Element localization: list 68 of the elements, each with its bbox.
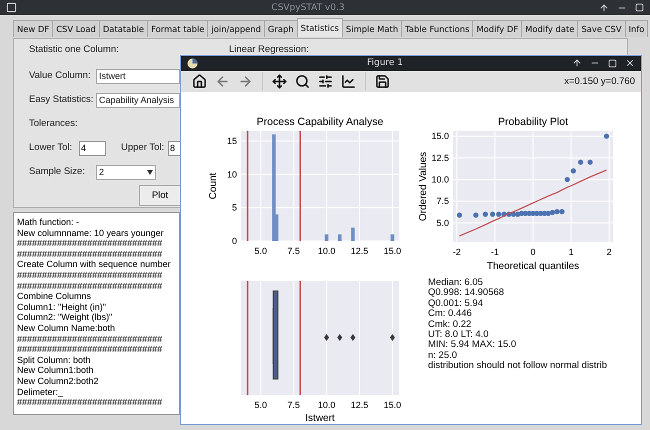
tick-label: 12.5 xyxy=(350,246,368,256)
field-label: Sample Size: xyxy=(29,166,86,178)
log-line: ############################# xyxy=(17,334,164,344)
tick-label: 7.5 xyxy=(287,400,300,410)
log-line: Delimeter:_ xyxy=(17,386,64,398)
log-line: ############################# xyxy=(17,238,164,249)
log-line: Math function: - xyxy=(17,217,80,228)
tick-label: 10.0 xyxy=(318,246,336,256)
field-label: Value Column: xyxy=(29,70,92,82)
statistics-line: Median: 6.05 xyxy=(428,278,484,288)
tick-label: 5.0 xyxy=(254,400,267,410)
statistics-line: UT: 8.0 LT: 4.0 xyxy=(428,330,490,340)
log-line: New Column Name:both xyxy=(17,322,116,334)
tick-label: 0 xyxy=(232,236,237,246)
tick-label: -1 xyxy=(490,247,499,257)
log-line: ############################# xyxy=(17,344,164,355)
tick-label: 7.5 xyxy=(287,246,300,256)
field-label: Upper Tol: xyxy=(121,142,166,154)
axis-label: Istwert xyxy=(305,413,335,424)
tick-label: 12.5 xyxy=(350,400,368,410)
section-heading: Linear Regression: xyxy=(229,44,309,56)
tick-label: 15.0 xyxy=(384,400,401,410)
statistics-line: Q0.001: 5.94 xyxy=(428,298,484,309)
window-title: Figure 1 xyxy=(366,58,404,68)
tick-label: 15.0 xyxy=(431,131,449,142)
cursor-coordinates: x=0.150 y=0.760 xyxy=(564,76,635,87)
statistics-line: n: 25.0 xyxy=(428,350,458,361)
tick-label: 15.0 xyxy=(384,246,401,256)
axis-label: Theoretical quantiles xyxy=(486,261,580,272)
statistics-line: Q0.998: 14.90568 xyxy=(428,288,506,299)
field-label: Easy Statistics: xyxy=(29,94,94,106)
tick-label: 5.0 xyxy=(436,218,449,228)
statistics-line: distribution should not follow normal distrib xyxy=(428,361,608,372)
log-line: New Column2:both2 xyxy=(17,376,100,386)
tick-label: 1 xyxy=(568,247,574,257)
log-line: Split Column: both xyxy=(17,354,92,366)
log-line: Column1: "Height (in)" xyxy=(17,302,107,312)
log-line: ############################# xyxy=(17,270,164,281)
tick-label: 5 xyxy=(232,202,237,213)
log-line: Column2: "Weight (lbs)" xyxy=(17,312,114,323)
log-line: New Column1:both xyxy=(17,365,95,376)
tick-label: 10.0 xyxy=(431,174,449,185)
tick-label: 7.5 xyxy=(436,196,449,206)
window-title: CSVpySTAT v0.3 xyxy=(270,2,346,12)
statistics-line: MIN: 5.94 MAX: 15.0 xyxy=(428,340,518,351)
axis-label: Ordered Values xyxy=(418,152,429,222)
statistics-line: Cmk: 0.22 xyxy=(428,320,472,330)
section-heading: Statistic one Column: xyxy=(29,44,119,56)
log-line: New columnname: 10 years younger xyxy=(17,228,165,238)
log-line: Create Column with sequence number xyxy=(17,259,172,270)
tick-label: 12.5 xyxy=(431,152,449,163)
tick-label: -2 xyxy=(452,247,461,257)
axis-label: Count xyxy=(208,172,219,200)
tick-label: 10.0 xyxy=(318,400,336,410)
field-label: Tolerances: xyxy=(29,118,78,130)
log-line: ############################# xyxy=(17,280,164,292)
chart-title: Process Capability Analyse xyxy=(256,116,384,128)
chart-title: Probability Plot xyxy=(498,116,568,128)
log-line: ############################# xyxy=(17,248,164,260)
log-line: Combine Columns xyxy=(17,291,92,302)
log-line: ############################# xyxy=(17,397,164,408)
tick-label: 15 xyxy=(226,136,237,146)
field-label: Lower Tol: xyxy=(29,142,74,154)
tick-label: 10 xyxy=(226,169,237,180)
tick-label: 2 xyxy=(606,247,612,257)
tick-label: 0 xyxy=(530,247,536,257)
tick-label: 5.0 xyxy=(254,246,267,256)
statistics-line: Cm: 0.446 xyxy=(428,309,473,320)
